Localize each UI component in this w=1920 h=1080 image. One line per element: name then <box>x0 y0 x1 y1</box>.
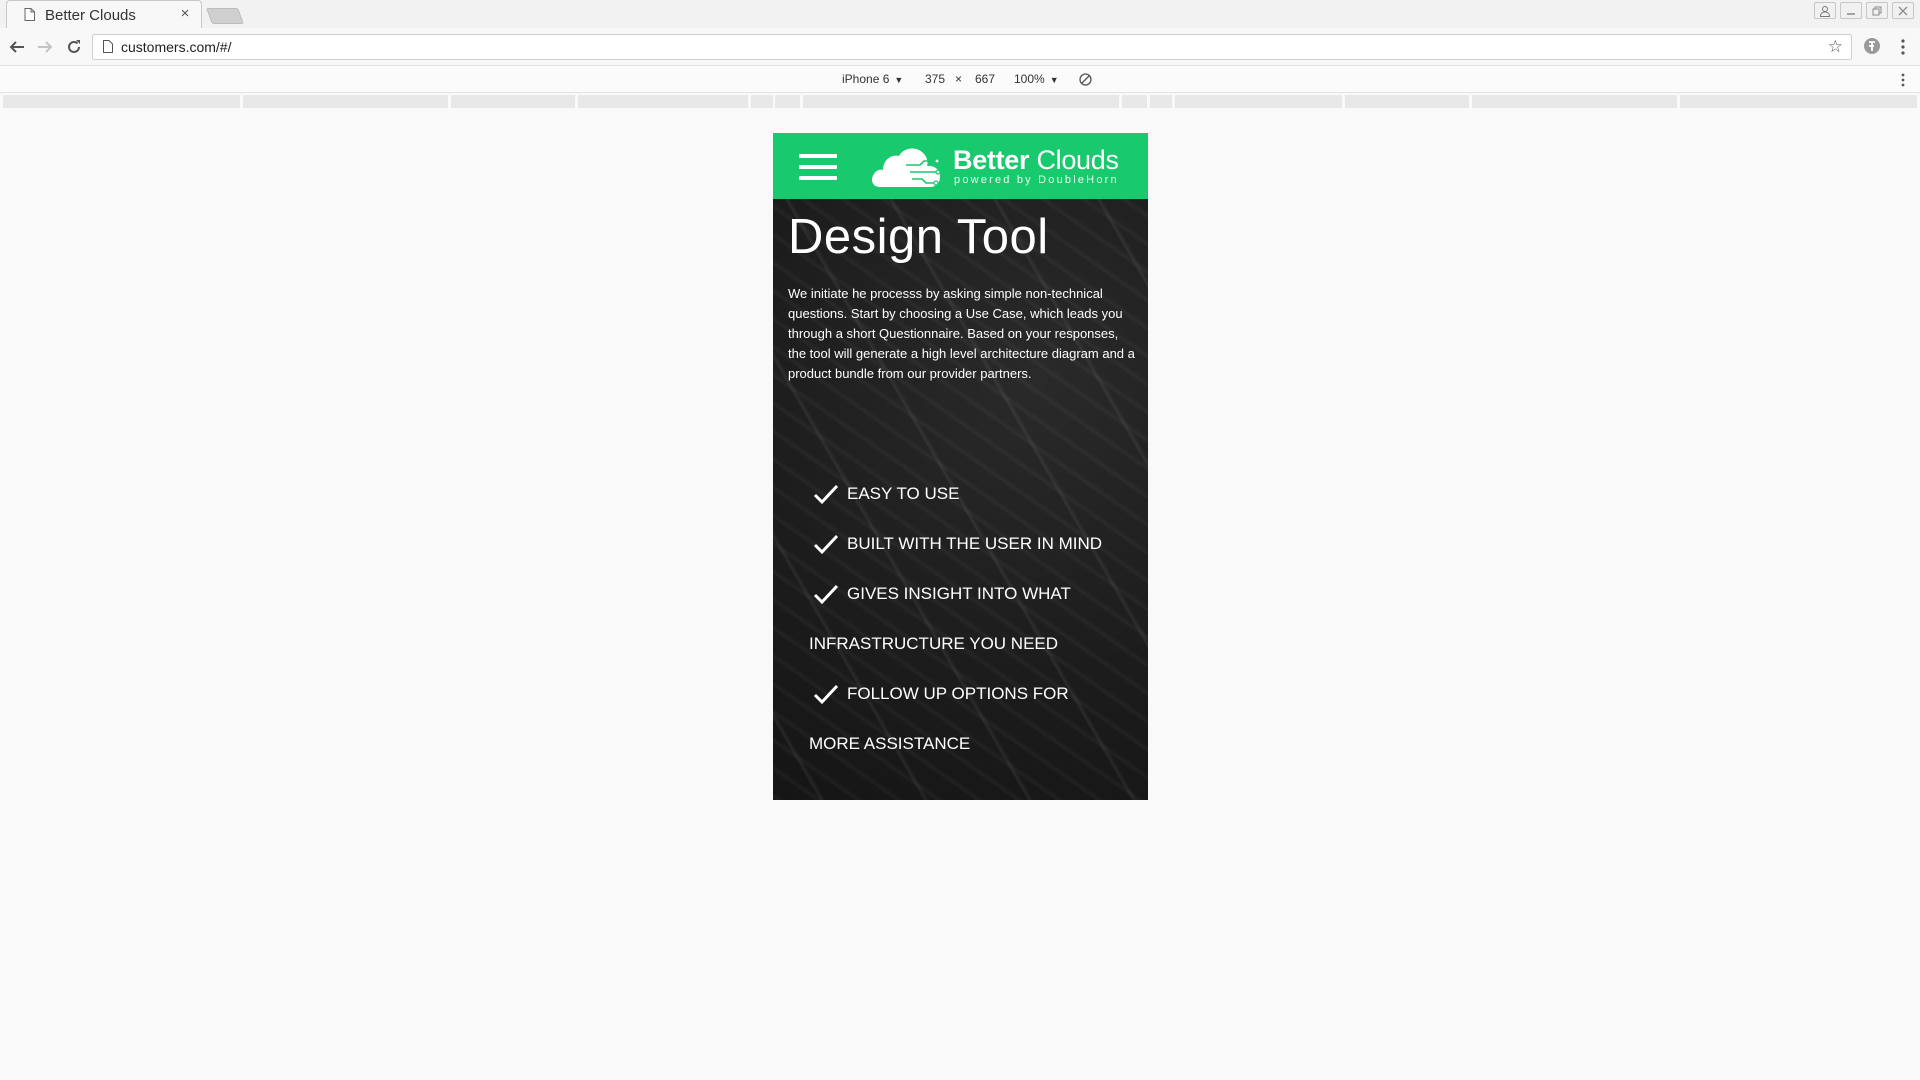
media-query-segment[interactable] <box>1680 95 1917 108</box>
media-query-segment[interactable] <box>578 95 748 108</box>
cloud-logo-icon <box>872 148 941 187</box>
check-icon <box>813 534 839 555</box>
check-icon <box>813 484 839 505</box>
minimize-icon[interactable] <box>1840 2 1862 19</box>
feature-item: BUILT WITH THE USER IN MIND <box>813 519 1133 569</box>
feature-text: FOLLOW UP OPTIONS FOR <box>847 684 1069 703</box>
more-vert-icon[interactable] <box>1896 36 1910 58</box>
tab-strip: Better Clouds × <box>0 0 1920 28</box>
star-icon[interactable]: ☆ <box>1828 37 1843 57</box>
forward-button[interactable] <box>34 36 56 58</box>
browser-toolbar: customers.com/#/ ☆ <box>0 28 1920 66</box>
brand-bold: Better <box>953 145 1030 175</box>
address-bar[interactable]: customers.com/#/ ☆ <box>92 34 1852 60</box>
device-select[interactable]: iPhone 6 ▼ <box>842 72 903 86</box>
media-query-segment[interactable] <box>775 95 800 108</box>
device-toolbar: iPhone 6 ▼ 375 × 667 100% ▼ <box>0 66 1920 93</box>
browser-tab[interactable]: Better Clouds × <box>6 0 202 28</box>
device-name: iPhone 6 <box>842 72 890 86</box>
height-input[interactable]: 667 <box>975 72 995 86</box>
tab-title: Better Clouds <box>45 7 136 24</box>
media-query-segment[interactable] <box>751 95 773 108</box>
arrow-left-icon <box>9 41 24 53</box>
media-query-segment[interactable] <box>1122 95 1147 108</box>
feature-text: BUILT WITH THE USER IN MIND <box>847 534 1103 553</box>
dimension-separator: × <box>955 72 963 86</box>
reload-icon <box>68 40 80 53</box>
page-icon <box>103 40 113 53</box>
device-viewport: Better Clouds powered by DoubleHorn Desi… <box>773 133 1148 800</box>
media-query-segment[interactable] <box>1150 95 1172 108</box>
media-query-segment[interactable] <box>243 95 448 108</box>
media-query-segment[interactable] <box>3 95 240 108</box>
check-icon <box>813 684 839 705</box>
extension-icon[interactable] <box>1862 36 1882 56</box>
zoom-value: 100% <box>1014 72 1045 86</box>
brand-tagline: powered by DoubleHorn <box>954 174 1119 186</box>
restore-icon[interactable] <box>1866 2 1888 19</box>
feature-text: EASY TO USE <box>847 484 960 503</box>
url-text[interactable]: customers.com/#/ <box>121 39 231 55</box>
app-header: Better Clouds powered by DoubleHorn <box>773 133 1148 199</box>
brand-light: Clouds <box>1036 145 1119 175</box>
media-query-bar <box>0 93 1920 111</box>
media-query-segment[interactable] <box>451 95 575 108</box>
reload-button[interactable] <box>63 36 85 58</box>
more-vert-icon[interactable] <box>1896 72 1910 88</box>
feature-text: GIVES INSIGHT INTO WHAT <box>847 584 1071 603</box>
zoom-select[interactable]: 100% ▼ <box>1014 72 1059 86</box>
close-icon[interactable] <box>1892 2 1914 19</box>
media-query-segment[interactable] <box>1472 95 1677 108</box>
feature-list: EASY TO USE BUILT WITH THE USER IN MIND … <box>809 469 1133 769</box>
width-input[interactable]: 375 <box>925 72 945 86</box>
caret-down-icon: ▼ <box>1049 75 1059 85</box>
profile-icon[interactable] <box>1814 2 1836 19</box>
page-title: Design Tool <box>788 210 1049 264</box>
arrow-right-icon <box>38 41 53 53</box>
brand-name[interactable]: Better Clouds <box>953 145 1119 176</box>
feature-item: EASY TO USE <box>813 469 1133 519</box>
hero-section: Design Tool We initiate he processs by a… <box>773 199 1148 800</box>
rotate-icon[interactable] <box>1078 72 1093 87</box>
new-tab-button[interactable] <box>206 8 244 24</box>
page-icon <box>24 8 35 21</box>
feature-item: FOLLOW UP OPTIONS FOR MORE ASSISTANCE <box>809 669 1133 769</box>
feature-text-continued: MORE ASSISTANCE <box>809 734 971 753</box>
description-line: through a short Questionnaire. Based on … <box>788 326 1119 341</box>
media-query-segment[interactable] <box>1345 95 1469 108</box>
media-query-segment[interactable] <box>1175 95 1342 108</box>
check-icon <box>813 584 839 605</box>
feature-text-continued: INFRASTRUCTURE YOU NEED <box>809 634 1059 653</box>
hero-description: We initiate he processs by asking simple… <box>788 284 1138 384</box>
feature-item: GIVES INSIGHT INTO WHAT INFRASTRUCTURE Y… <box>809 569 1133 669</box>
tab-close-button[interactable]: × <box>177 5 193 23</box>
media-query-segment[interactable] <box>803 95 1119 108</box>
caret-down-icon: ▼ <box>894 75 904 85</box>
hamburger-menu-icon[interactable] <box>799 154 837 180</box>
description-line: the tool will generate a high level arch… <box>788 346 1135 381</box>
window-controls <box>1814 2 1914 20</box>
description-line: We initiate he processs by asking simple… <box>788 286 1123 321</box>
back-button[interactable] <box>6 36 28 58</box>
